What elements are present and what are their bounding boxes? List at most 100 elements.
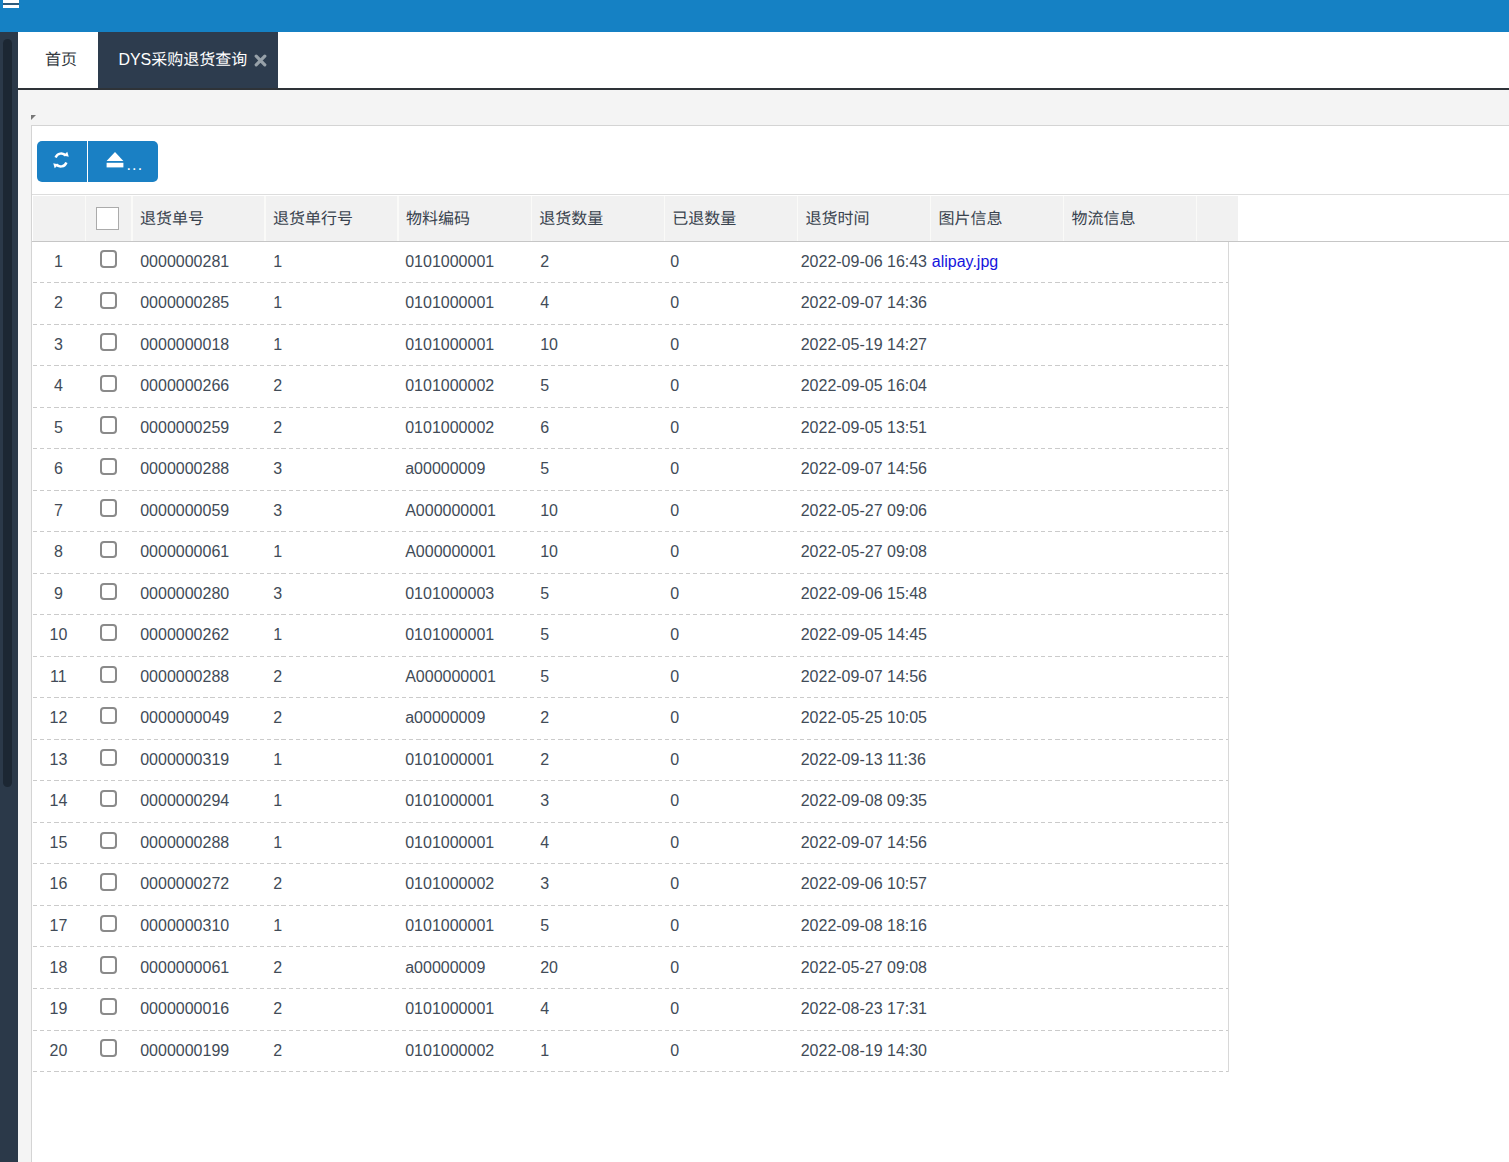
row-checkbox[interactable]	[100, 292, 117, 309]
header-separator	[797, 196, 798, 241]
cell-return_time: 2022-09-06 15:48	[801, 574, 928, 616]
cell-return_no: 0000000319	[140, 740, 265, 782]
row-checkbox[interactable]	[100, 790, 117, 807]
table-row[interactable]: 20000000019920101000002102022-08-19 14:3…	[33, 1031, 1228, 1073]
hamburger-icon[interactable]	[3, 0, 19, 8]
cell-return_qty: 5	[540, 615, 664, 657]
row-checkbox[interactable]	[100, 541, 117, 558]
cell-row-number: 19	[32, 989, 85, 1031]
cell-row-number: 11	[32, 657, 85, 699]
cell-image_info	[932, 1031, 1064, 1073]
image-file-link[interactable]: alipay.jpg	[932, 253, 998, 270]
row-checkbox[interactable]	[100, 956, 117, 973]
cell-return_no: 0000000049	[140, 698, 265, 740]
table-row[interactable]: 15000000028810101000001402022-09-07 14:5…	[33, 823, 1228, 865]
cell-return_no: 0000000262	[140, 615, 265, 657]
table-row[interactable]: 800000000611A0000000011002022-05-27 09:0…	[33, 532, 1228, 574]
row-checkbox[interactable]	[100, 375, 117, 392]
table-row[interactable]: 19000000001620101000001402022-08-23 17:3…	[33, 989, 1228, 1031]
table-row[interactable]: 600000002883a00000009502022-09-07 14:56	[33, 449, 1228, 491]
row-checkbox[interactable]	[100, 666, 117, 683]
cell-row-number: 16	[32, 864, 85, 906]
cell-return_no: 0000000288	[140, 823, 265, 865]
cell-return_qty: 5	[540, 574, 664, 616]
cell-return_no: 0000000266	[140, 366, 265, 408]
table-row[interactable]: 14000000029410101000001302022-09-08 09:3…	[33, 781, 1228, 823]
table-row[interactable]: 2000000028510101000001402022-09-07 14:36	[33, 283, 1228, 325]
header-separator	[397, 196, 398, 241]
cell-return_time: 2022-09-06 16:43	[801, 242, 928, 284]
table-row[interactable]: 700000000593A0000000011002022-05-27 09:0…	[33, 491, 1228, 533]
row-checkbox[interactable]	[100, 416, 117, 433]
refresh-button[interactable]	[37, 141, 88, 182]
cell-return_no: 0000000272	[140, 864, 265, 906]
cell-return_qty: 2	[540, 698, 664, 740]
header-separator	[85, 196, 86, 241]
column-header-returned_qty[interactable]: 已退数量	[672, 196, 736, 241]
row-checkbox[interactable]	[100, 333, 117, 350]
sidebar-scrollbar-thumb[interactable]	[3, 39, 13, 787]
row-checkbox[interactable]	[100, 1039, 117, 1056]
cell-logistics_info	[1072, 698, 1197, 740]
column-header-return_time[interactable]: 退货时间	[805, 196, 869, 241]
cell-line_no: 2	[273, 1031, 398, 1073]
row-checkbox[interactable]	[100, 873, 117, 890]
tab-dys-return-query[interactable]: DYS采购退货查询	[98, 32, 279, 88]
table-row[interactable]: 1800000000612a000000092002022-05-27 09:0…	[33, 948, 1228, 990]
cell-row-number: 6	[32, 449, 85, 491]
row-checkbox[interactable]	[100, 624, 117, 641]
table-row[interactable]: 16000000027220101000002302022-09-06 10:5…	[33, 864, 1228, 906]
cell-logistics_info	[1072, 906, 1197, 948]
cell-return_qty: 4	[540, 989, 664, 1031]
eject-button[interactable]: ...	[88, 141, 158, 182]
cell-returned_qty: 0	[670, 242, 797, 284]
close-icon[interactable]	[254, 54, 267, 67]
column-header-image_info[interactable]: 图片信息	[939, 196, 1003, 241]
tab-home[interactable]: 首页	[18, 32, 98, 88]
cell-return_qty: 5	[540, 657, 664, 699]
row-checkbox[interactable]	[100, 707, 117, 724]
cell-line_no: 1	[273, 532, 398, 574]
cell-returned_qty: 0	[670, 948, 797, 990]
cell-returned_qty: 0	[670, 989, 797, 1031]
cell-returned_qty: 0	[670, 449, 797, 491]
cell-return_no: 0000000280	[140, 574, 265, 616]
row-checkbox[interactable]	[100, 499, 117, 516]
row-checkbox[interactable]	[100, 915, 117, 932]
table-row[interactable]: 30000000018101010000011002022-05-19 14:2…	[33, 325, 1228, 367]
cell-image_info	[932, 283, 1064, 325]
cell-logistics_info	[1072, 491, 1197, 533]
row-checkbox[interactable]	[100, 583, 117, 600]
column-header-material_code[interactable]: 物料编码	[406, 196, 470, 241]
column-header-logistics_info[interactable]: 物流信息	[1072, 196, 1136, 241]
row-checkbox[interactable]	[100, 250, 117, 267]
select-all-checkbox[interactable]	[96, 207, 119, 230]
cell-return_qty: 10	[540, 491, 664, 533]
column-header-return_qty[interactable]: 退货数量	[539, 196, 603, 241]
row-checkbox[interactable]	[100, 832, 117, 849]
cell-returned_qty: 0	[670, 366, 797, 408]
cell-image_info	[932, 532, 1064, 574]
table-row[interactable]: 10000000026210101000001502022-09-05 14:4…	[33, 615, 1228, 657]
cell-return_no: 0000000310	[140, 906, 265, 948]
row-checkbox[interactable]	[100, 749, 117, 766]
table-row[interactable]: 17000000031010101000001502022-09-08 18:1…	[33, 906, 1228, 948]
cell-return_qty: 2	[540, 740, 664, 782]
cell-logistics_info	[1072, 408, 1197, 450]
table-row[interactable]: 1000000028110101000001202022-09-06 16:43…	[33, 242, 1228, 284]
cell-line_no: 1	[273, 242, 398, 284]
row-checkbox[interactable]	[100, 458, 117, 475]
column-header-return_no[interactable]: 退货单号	[140, 196, 204, 241]
cell-returned_qty: 0	[670, 615, 797, 657]
table-row[interactable]: 9000000028030101000003502022-09-06 15:48	[33, 574, 1228, 616]
cell-logistics_info	[1072, 574, 1197, 616]
cell-row-number: 2	[32, 283, 85, 325]
table-row[interactable]: 13000000031910101000001202022-09-13 11:3…	[33, 740, 1228, 782]
table-row[interactable]: 4000000026620101000002502022-09-05 16:04	[33, 366, 1228, 408]
table-row[interactable]: 1200000000492a00000009202022-05-25 10:05	[33, 698, 1228, 740]
column-header-line_no[interactable]: 退货单行号	[273, 196, 353, 241]
row-checkbox[interactable]	[100, 998, 117, 1015]
table-row[interactable]: 1100000002882A000000001502022-09-07 14:5…	[33, 657, 1228, 699]
table-row[interactable]: 5000000025920101000002602022-09-05 13:51	[33, 408, 1228, 450]
cell-line_no: 1	[273, 740, 398, 782]
